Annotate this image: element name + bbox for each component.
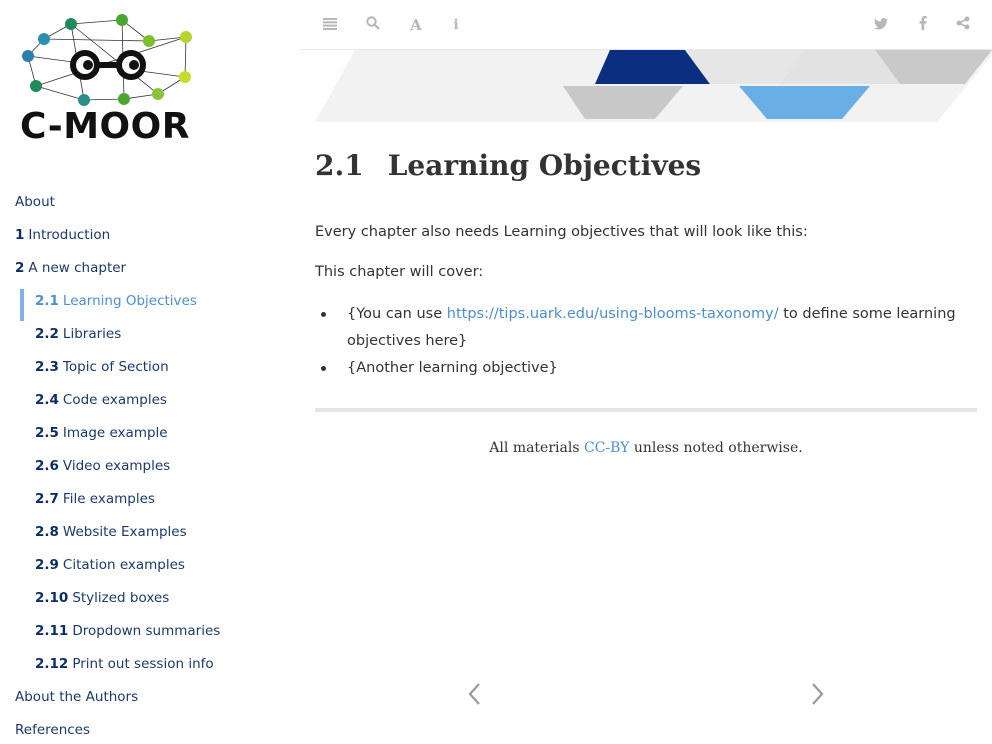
- section-number: 2.1: [315, 149, 364, 182]
- search-icon[interactable]: [362, 14, 384, 36]
- toc-item-label: A new chapter: [28, 260, 127, 276]
- toc-item[interactable]: About the Authors: [0, 685, 300, 718]
- toc-item[interactable]: 2.1 Learning Objectives: [0, 289, 300, 322]
- share-icon[interactable]: [952, 14, 974, 36]
- section-heading: 2.1 Learning Objectives: [315, 140, 977, 192]
- menu-icon[interactable]: [319, 14, 341, 36]
- toc-item-number: 2.5: [35, 425, 59, 441]
- toc-item[interactable]: References: [0, 718, 300, 744]
- chevron-right-icon[interactable]: [808, 680, 828, 714]
- toolbar: A i: [300, 0, 992, 50]
- toc-item[interactable]: 2.11 Dropdown summaries: [0, 619, 300, 652]
- toc-item-label: Libraries: [62, 326, 122, 342]
- intro-paragraph: Every chapter also needs Learning object…: [315, 224, 808, 240]
- toc-item[interactable]: 2.3 Topic of Section: [0, 355, 300, 388]
- cover-paragraph: This chapter will cover:: [315, 264, 484, 280]
- toc-item-number: 2.10: [35, 590, 69, 606]
- toc-item[interactable]: 2.10 Stylized boxes: [0, 586, 300, 619]
- facebook-icon[interactable]: [912, 14, 934, 36]
- info-icon[interactable]: i: [445, 14, 467, 36]
- toc-item-label: Image example: [62, 425, 168, 441]
- toc-item-label: Introduction: [28, 227, 111, 243]
- sidebar: C-MOOR About 1 Introduction 2 A new chapter 2…: [0, 0, 300, 744]
- toc-item-label: Citation examples: [62, 557, 185, 573]
- c-moor-logo[interactable]: C-MOOR: [18, 10, 204, 150]
- twitter-icon[interactable]: [870, 14, 892, 36]
- toc-item-label: References: [15, 722, 91, 738]
- toc-item-number: 2.12: [35, 656, 69, 672]
- toc-item-label: Dropdown summaries: [72, 623, 221, 639]
- list-item: {Another learning objective}: [321, 355, 957, 382]
- objectives-list: {You can use https://tips.uark.edu/using…: [321, 301, 957, 382]
- toc-item-label: Video examples: [62, 458, 171, 474]
- toc-item-label: Code examples: [62, 392, 167, 408]
- toc-item[interactable]: 2.2 Libraries: [0, 322, 300, 355]
- logo-wordmark: C-MOOR: [20, 106, 190, 147]
- toc-item-number: 2.8: [35, 524, 59, 540]
- toc-item-number: 2.2: [35, 326, 59, 342]
- toc-item-label: Print out session info: [72, 656, 214, 672]
- footer-text: All materials: [489, 440, 584, 456]
- toc-item[interactable]: 2.4 Code examples: [0, 388, 300, 421]
- toc-item-label: Learning Objectives: [62, 293, 197, 309]
- section-title: Learning Objectives: [387, 149, 702, 182]
- toc-item-number: 2.9: [35, 557, 59, 573]
- divider: [315, 408, 977, 412]
- toc-item-label: Topic of Section: [62, 359, 169, 375]
- toc-item[interactable]: 2A new chapter: [0, 256, 300, 289]
- chapter-banner: [315, 50, 992, 122]
- toc-item[interactable]: 1 Introduction: [0, 223, 300, 256]
- toc-item[interactable]: 2.6 Video examples: [0, 454, 300, 487]
- table-of-contents: About 1 Introduction 2 A new chapter 2.1 Learn…: [0, 190, 300, 744]
- toc-item-label: About the Authors: [15, 689, 139, 705]
- list-item: {You can use https://tips.uark.edu/using…: [321, 301, 957, 355]
- license-footer: All materials CC-BY unless noted otherwi…: [315, 440, 977, 456]
- toc-item-label: File examples: [62, 491, 155, 507]
- toc-item-number: 2.11: [35, 623, 69, 639]
- toc-item[interactable]: 2.12 Print out session info: [0, 652, 300, 685]
- footer-text: unless noted otherwise.: [629, 440, 803, 456]
- network-logo-icon: [22, 14, 192, 106]
- blooms-taxonomy-link[interactable]: https://tips.uark.edu/using-blooms-taxon…: [447, 306, 779, 322]
- toc-item[interactable]: 2.9 Citation examples: [0, 553, 300, 586]
- font-icon[interactable]: A: [405, 14, 427, 36]
- toc-item[interactable]: 2.8 Website Examples: [0, 520, 300, 553]
- toc-item-number: 2.1: [35, 293, 59, 309]
- main-content: 2.1 Learning Objectives Every chapter als…: [315, 140, 977, 456]
- toc-item-number: 2: [15, 260, 25, 276]
- toc-item-number: 2.7: [35, 491, 59, 507]
- toc-item-label: Website Examples: [62, 524, 187, 540]
- toc-item-label: Stylized boxes: [72, 590, 170, 606]
- toc-item-label: About: [15, 194, 55, 210]
- toc-item[interactable]: 2.5 Image example: [0, 421, 300, 454]
- bullet-text: {You can use: [347, 306, 447, 322]
- toc-item-number: 2.4: [35, 392, 59, 408]
- toc-item-number: 2.3: [35, 359, 59, 375]
- bullet-text: {Another learning objective}: [347, 360, 558, 376]
- toc-item-number: 2.6: [35, 458, 59, 474]
- toc-item[interactable]: 2.7 File examples: [0, 487, 300, 520]
- toc-item-number: 1: [15, 227, 25, 243]
- toc-item[interactable]: About: [0, 190, 300, 223]
- cc-by-link[interactable]: CC-BY: [584, 440, 629, 456]
- chevron-left-icon[interactable]: [464, 680, 484, 714]
